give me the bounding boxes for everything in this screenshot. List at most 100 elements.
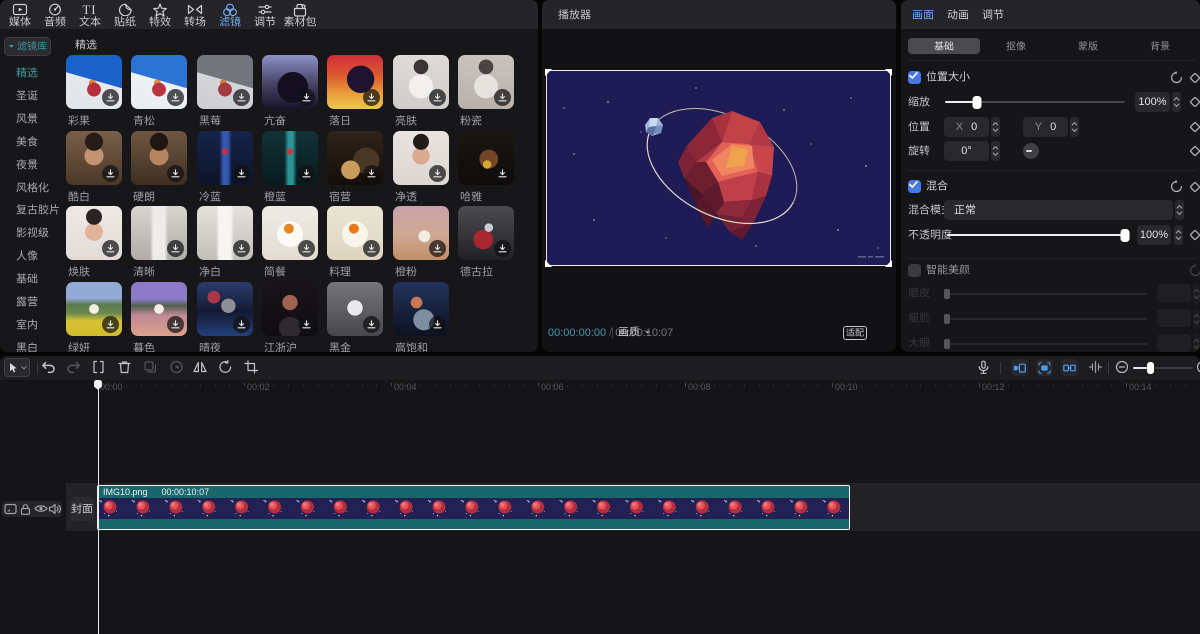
inspector-tab-2[interactable]: [945, 0, 971, 29]
blend-checkbox[interactable]: [908, 180, 921, 193]
filter-thumbnail-26[interactable]: [327, 282, 383, 336]
copy-button[interactable]: [143, 360, 158, 374]
position-y-stepper[interactable]: [1070, 117, 1079, 137]
rotation-keyframe-button[interactable]: [1189, 145, 1200, 157]
filter-category-13[interactable]: [16, 342, 38, 352]
blend-mode-stepper[interactable]: [1175, 200, 1184, 220]
inspector-subtab-1[interactable]: [908, 38, 980, 54]
fit-ratio-button[interactable]: [843, 326, 867, 340]
filter-thumbnail-6[interactable]: [393, 55, 449, 109]
filter-thumbnail-2[interactable]: [131, 55, 187, 109]
rotation-knob[interactable]: [1023, 143, 1039, 159]
toolbar-item-assets[interactable]: [282, 0, 317, 29]
filter-category-6[interactable]: [16, 182, 49, 194]
filter-thumbnail-19[interactable]: [327, 206, 383, 260]
filter-thumbnail-13[interactable]: [393, 131, 449, 185]
scale-stepper[interactable]: [1172, 92, 1181, 112]
filter-thumbnail-25[interactable]: [262, 282, 318, 336]
position-y-input[interactable]: Y0: [1023, 117, 1068, 137]
position-size-checkbox[interactable]: [908, 71, 921, 84]
filter-category-10[interactable]: [16, 273, 38, 285]
auto-snap-toggle[interactable]: [1036, 359, 1053, 376]
delete-button[interactable]: [117, 360, 132, 374]
main-track-magnet-toggle[interactable]: [1011, 359, 1028, 376]
timeline-ruler[interactable]: 00:0000:0200:0400:0600:0800:1000:1200:14: [0, 380, 1200, 393]
opacity-keyframe-button[interactable]: [1189, 229, 1200, 241]
preview-axis-toggle[interactable]: [1088, 360, 1103, 374]
timeline-zoom-in-button[interactable]: [1196, 360, 1200, 374]
timeline-clip[interactable]: IMG10.png 00:00:10:07: [97, 485, 850, 530]
cover-button[interactable]: [70, 497, 94, 521]
rotate-button[interactable]: [218, 360, 233, 374]
timeline-zoom-out-button[interactable]: [1115, 360, 1129, 374]
position-x-input[interactable]: X0: [944, 117, 989, 137]
toolbar-item-text[interactable]: TI: [72, 0, 107, 29]
filter-thumbnail-11[interactable]: [262, 131, 318, 185]
filter-category-4[interactable]: [16, 136, 38, 148]
toolbar-item-media[interactable]: [2, 0, 37, 29]
toolbar-item-sticker[interactable]: [107, 0, 142, 29]
filter-thumbnail-8[interactable]: [66, 131, 122, 185]
filter-library-dropdown[interactable]: [4, 37, 51, 56]
inspector-subtab-2[interactable]: [980, 38, 1052, 54]
filter-category-11[interactable]: [16, 296, 38, 308]
toolbar-item-adjust[interactable]: [247, 0, 282, 29]
position-size-keyframe-button[interactable]: [1189, 72, 1200, 84]
filter-thumbnail-24[interactable]: [197, 282, 253, 336]
filter-category-1[interactable]: [16, 67, 38, 79]
filter-thumbnail-10[interactable]: [197, 131, 253, 185]
toolbar-item-effects[interactable]: [142, 0, 177, 29]
filter-thumbnail-18[interactable]: [262, 206, 318, 260]
rotation-stepper[interactable]: [991, 141, 1000, 161]
toolbar-item-transitions[interactable]: [177, 0, 212, 29]
rotation-input[interactable]: 0°: [944, 141, 989, 161]
filter-category-8[interactable]: [16, 227, 49, 239]
filter-category-3[interactable]: [16, 113, 38, 125]
filter-thumbnail-15[interactable]: [66, 206, 122, 260]
toolbar-item-filters[interactable]: [212, 0, 247, 29]
filter-thumbnail-4[interactable]: [262, 55, 318, 109]
undo-button[interactable]: [41, 360, 56, 374]
select-tool-button[interactable]: [4, 358, 30, 377]
filter-thumbnail-21[interactable]: [458, 206, 514, 260]
filter-thumbnail-7[interactable]: [458, 55, 514, 109]
opacity-slider[interactable]: [947, 234, 1130, 236]
blend-mode-select[interactable]: [944, 200, 1173, 220]
opacity-value[interactable]: 100%: [1137, 225, 1171, 245]
track-mute-button[interactable]: [48, 503, 62, 515]
link-toggle[interactable]: [1061, 359, 1078, 376]
preview-viewport[interactable]: [546, 70, 891, 266]
filter-thumbnail-12[interactable]: [327, 131, 383, 185]
filter-category-2[interactable]: [16, 90, 38, 102]
position-keyframe-button[interactable]: [1189, 121, 1200, 133]
record-voiceover-button[interactable]: [976, 360, 991, 375]
mirror-button[interactable]: [192, 360, 208, 374]
filter-thumbnail-20[interactable]: [393, 206, 449, 260]
filter-thumbnail-22[interactable]: [66, 282, 122, 336]
filter-thumbnail-23[interactable]: [131, 282, 187, 336]
inspector-tab-3[interactable]: [980, 0, 1006, 29]
blend-keyframe-button[interactable]: [1189, 181, 1200, 193]
quality-selector[interactable]: [618, 326, 651, 338]
timeline-zoom-slider[interactable]: [1133, 367, 1193, 369]
rotate-handle[interactable]: [711, 274, 725, 288]
filter-category-9[interactable]: [16, 250, 38, 262]
scale-keyframe-button[interactable]: [1189, 96, 1200, 108]
filter-thumbnail-27[interactable]: [393, 282, 449, 336]
track-lock-button[interactable]: [19, 503, 32, 516]
beauty-checkbox[interactable]: [908, 264, 921, 277]
redo-button[interactable]: [66, 360, 81, 374]
scale-slider[interactable]: [945, 101, 1125, 103]
filter-thumbnail-9[interactable]: [131, 131, 187, 185]
filter-thumbnail-14[interactable]: [458, 131, 514, 185]
crop-button[interactable]: [244, 360, 259, 374]
toolbar-item-audio[interactable]: [37, 0, 72, 29]
filter-thumbnail-17[interactable]: [197, 206, 253, 260]
filter-category-7[interactable]: [16, 204, 60, 216]
inspector-subtab-3[interactable]: [1052, 38, 1124, 54]
reverse-button[interactable]: [169, 360, 184, 374]
inspector-subtab-4[interactable]: [1124, 38, 1196, 54]
opacity-stepper[interactable]: [1174, 225, 1183, 245]
filter-thumbnail-5[interactable]: [327, 55, 383, 109]
track-frame-button[interactable]: [4, 503, 17, 515]
